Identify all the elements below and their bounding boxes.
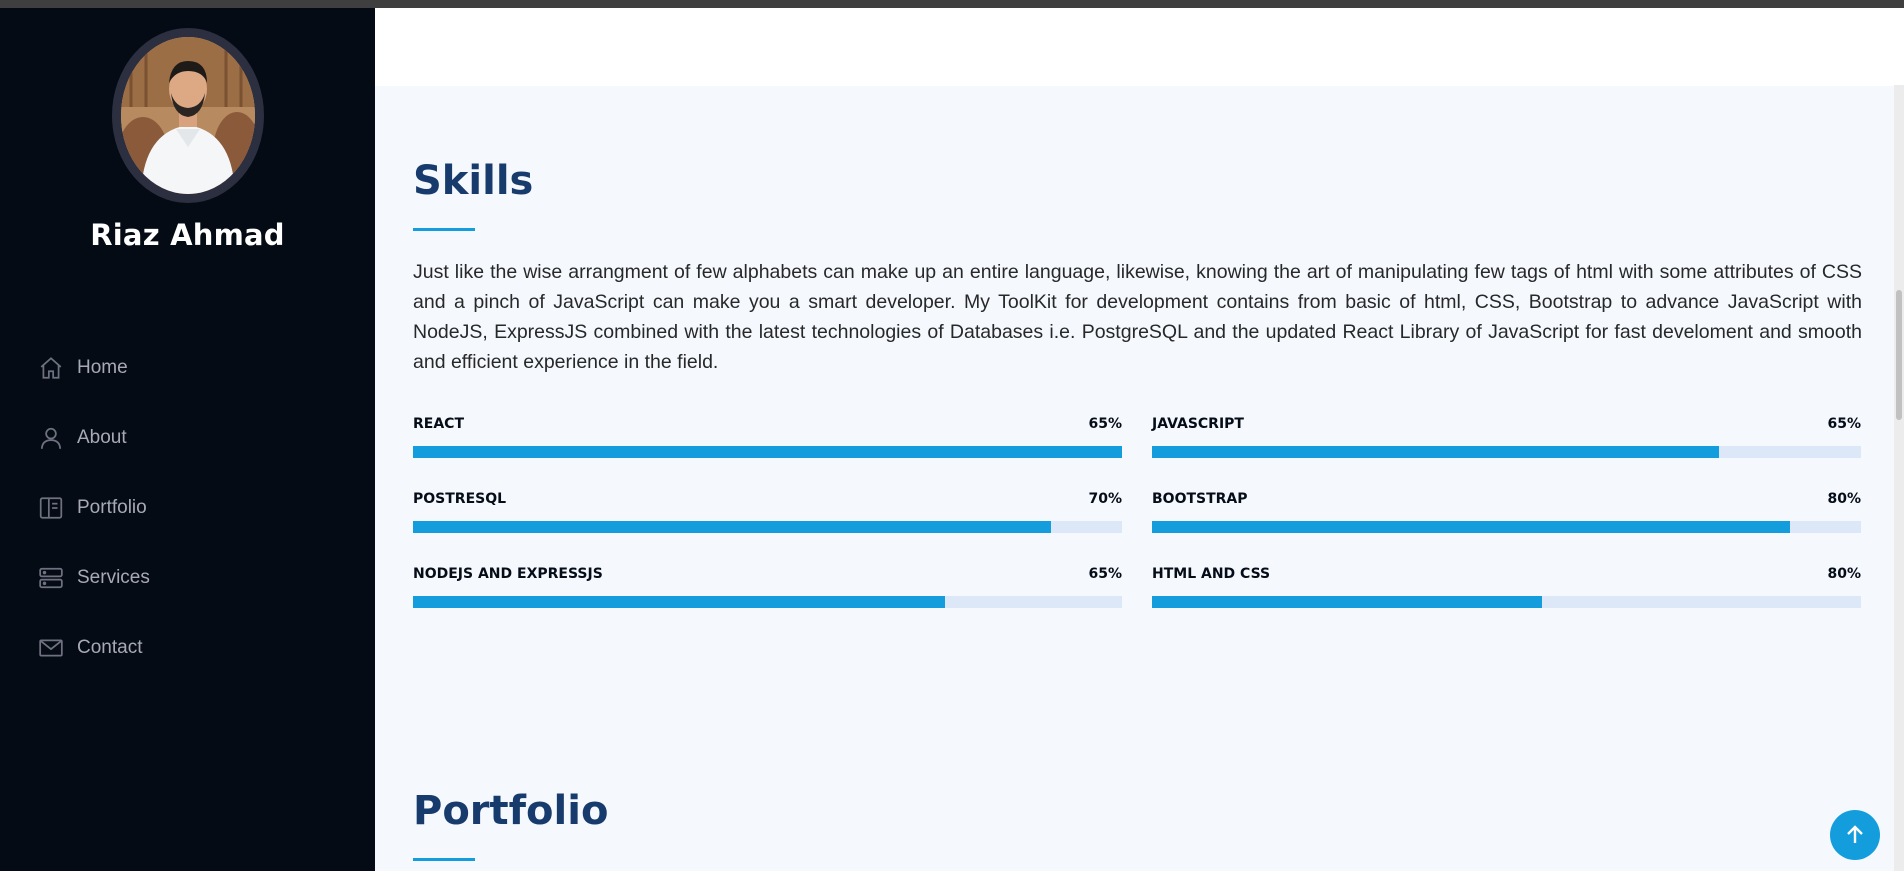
sidebar-item-label: About — [77, 427, 127, 448]
skill-percent: 65% — [1088, 416, 1122, 432]
skill-percent: 65% — [1827, 416, 1861, 432]
main-content: Skills Just like the wise arrangment of … — [375, 8, 1904, 871]
back-to-top-button[interactable] — [1830, 810, 1880, 860]
sidebar-item-label: Portfolio — [77, 497, 147, 518]
skill-item-bootstrap: BOOTSTRAP 80% — [1152, 491, 1861, 533]
person-icon — [38, 425, 64, 451]
progress-fill — [1152, 521, 1791, 533]
skill-item-postresql: POSTRESQL 70% — [413, 491, 1122, 533]
skill-name: REACT — [413, 416, 465, 432]
house-icon — [38, 355, 64, 381]
skill-item-react: REACT 65% — [413, 416, 1122, 458]
sidebar-item-home[interactable]: Home — [38, 333, 150, 403]
sidebar-item-label: Services — [77, 567, 150, 588]
skill-name: HTML AND CSS — [1152, 566, 1271, 582]
skill-percent: 80% — [1827, 491, 1861, 507]
progress-bar — [413, 521, 1122, 533]
skill-item-nodejs: NODEJS AND EXPRESSJS 65% — [413, 566, 1122, 608]
progress-bar — [1152, 596, 1861, 608]
previous-section-bottom — [375, 8, 1904, 86]
progress-fill — [1152, 446, 1720, 458]
skill-item-javascript: JAVASCRIPT 65% — [1152, 416, 1861, 458]
progress-bar — [413, 446, 1122, 458]
skills-title-underline — [413, 228, 475, 231]
sidebar-nav: Home About Portfolio Services Contact — [38, 333, 150, 683]
skill-name: NODEJS AND EXPRESSJS — [413, 566, 603, 582]
scrollbar[interactable] — [1894, 85, 1904, 871]
skill-name: BOOTSTRAP — [1152, 491, 1248, 507]
sidebar: Riaz Ahmad Home About Portfolio Services — [0, 8, 375, 871]
portfolio-icon — [38, 495, 64, 521]
progress-fill — [413, 521, 1052, 533]
progress-fill — [1152, 596, 1542, 608]
progress-bar — [1152, 521, 1861, 533]
skills-description: Just like the wise arrangment of few alp… — [413, 261, 1862, 373]
progress-bar — [1152, 446, 1861, 458]
envelope-icon — [38, 635, 64, 661]
skill-name: JAVASCRIPT — [1152, 416, 1244, 432]
skill-percent: 70% — [1088, 491, 1122, 507]
sidebar-item-contact[interactable]: Contact — [38, 613, 150, 683]
progress-fill — [413, 596, 945, 608]
sidebar-item-services[interactable]: Services — [38, 543, 150, 613]
portfolio-title-underline — [413, 858, 475, 861]
sidebar-item-portfolio[interactable]: Portfolio — [38, 473, 150, 543]
sidebar-item-label: Contact — [77, 637, 143, 658]
progress-fill — [413, 446, 1122, 458]
skills-title: Skills — [413, 158, 534, 204]
skill-percent: 65% — [1088, 566, 1122, 582]
avatar — [112, 28, 264, 203]
sidebar-item-label: Home — [77, 357, 128, 378]
server-icon — [38, 565, 64, 591]
skill-name: POSTRESQL — [413, 491, 507, 507]
skill-item-html-css: HTML AND CSS 80% — [1152, 566, 1861, 608]
browser-top-strip — [0, 0, 1904, 8]
scrollbar-thumb[interactable] — [1896, 290, 1902, 420]
portfolio-title: Portfolio — [413, 788, 609, 834]
sidebar-item-about[interactable]: About — [38, 403, 150, 473]
profile-photo — [121, 37, 255, 194]
profile-name: Riaz Ahmad — [90, 218, 285, 252]
arrow-up-icon — [1847, 825, 1863, 843]
progress-bar — [413, 596, 1122, 608]
skill-percent: 80% — [1827, 566, 1861, 582]
